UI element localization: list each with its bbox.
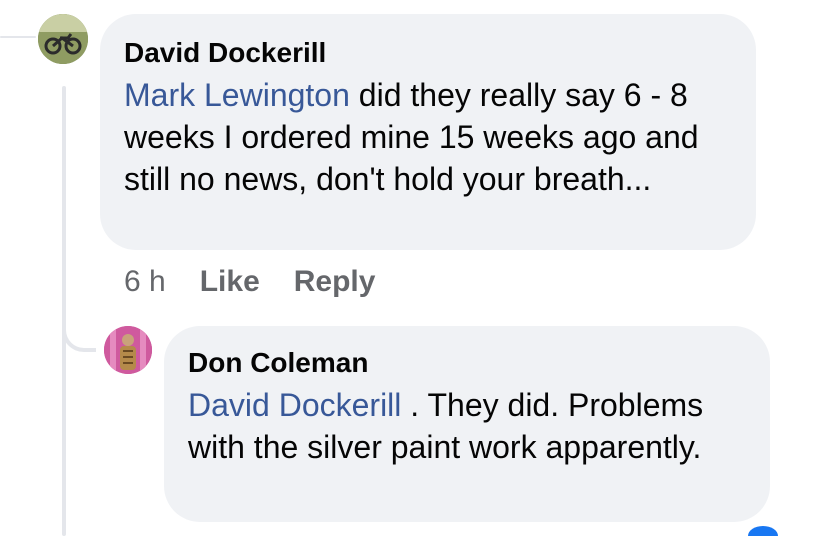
- comment-bubble: David Dockerill Mark Lewington did they …: [100, 14, 756, 250]
- mention-link[interactable]: David Dockerill: [188, 387, 401, 423]
- mention-link[interactable]: Mark Lewington: [124, 77, 350, 113]
- reply-button[interactable]: Reply: [294, 265, 376, 299]
- comment-author[interactable]: Don Coleman: [188, 346, 746, 380]
- comment-author[interactable]: David Dockerill: [124, 36, 732, 70]
- reaction-badge-icon: [748, 526, 778, 536]
- avatar-photo-icon: [38, 14, 88, 64]
- thread-connector-reply: [62, 300, 96, 352]
- avatar[interactable]: [104, 326, 152, 374]
- comment-text-line1: did they really say 6 -: [349, 77, 662, 113]
- avatar-photo-icon: [104, 326, 152, 374]
- avatar[interactable]: [38, 14, 88, 64]
- comment-text: Mark Lewington did they really say 6 - 8…: [124, 74, 732, 200]
- like-button[interactable]: Like: [200, 265, 260, 299]
- comment-actions: 6 h Like Reply: [124, 262, 409, 302]
- comment-bubble: Don Coleman David Dockerill . They did. …: [164, 326, 770, 522]
- thread-connector-top: [0, 36, 36, 38]
- comment-timestamp[interactable]: 6 h: [124, 265, 166, 299]
- comment-thread: David Dockerill Mark Lewington did they …: [0, 0, 836, 536]
- comment-text: David Dockerill . They did. Problems wit…: [188, 384, 746, 468]
